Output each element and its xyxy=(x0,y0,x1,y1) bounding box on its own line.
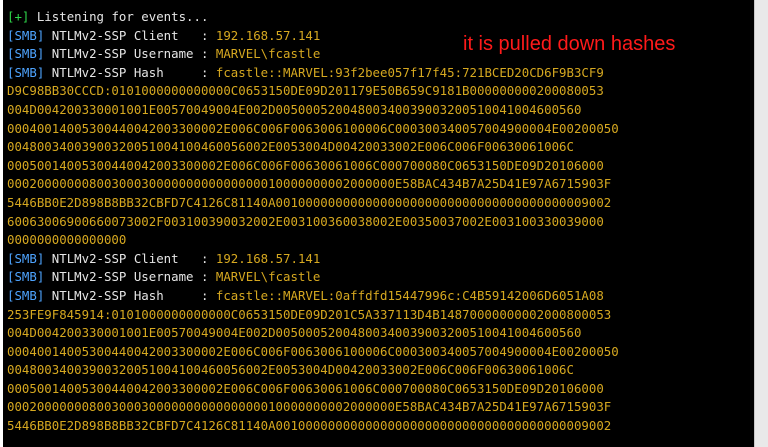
scrollbar[interactable] xyxy=(754,0,768,447)
client-line: [SMB] NTLMv2-SSP Client : 192.168.57.141 xyxy=(7,250,619,269)
hash-continuation-line: 253FE9F845914:0101000000000000C0653150DE… xyxy=(7,306,612,322)
hash-continuation-line: 0002000000080030003000000000000000010000… xyxy=(7,176,612,192)
status-text: Listening for events... xyxy=(29,9,209,24)
listening-line: [+] Listening for events... xyxy=(7,8,619,27)
hash-continuation-line: 5446BB0E2D898B8BB32CBFD7C4126C81140A0010… xyxy=(7,194,612,210)
field-value: 192.168.57.141 xyxy=(215,27,321,43)
field-label: NTLMv2-SSP Username : xyxy=(44,46,216,62)
hash-continuation-line: D9C98BB30CCCD:0101000000000000C0653150DE… xyxy=(7,83,604,99)
smb-tag: [SMB] xyxy=(7,27,45,43)
hash-line: [SMB] NTLMv2-SSP Hash : fcastle::MARVEL:… xyxy=(7,287,619,306)
hash-continuation-line: 004D004200330001001E00570049004E002D0050… xyxy=(7,101,582,117)
annotation-text: it is pulled down hashes xyxy=(463,33,676,55)
smb-tag: [SMB] xyxy=(7,269,45,285)
hash-continuation-line: 00040014005300440042003300002E006C006F00… xyxy=(7,120,619,136)
field-value: fcastle::MARVEL:0affdfd15447996c:C4B5914… xyxy=(215,287,604,303)
hash-continuation-line: 00480034003900320051004100460056002E0053… xyxy=(7,139,574,155)
status-tag: [+] xyxy=(7,9,30,24)
field-label: NTLMv2-SSP Username : xyxy=(44,269,216,285)
hash-continuation-line: 0000000000000000 xyxy=(7,232,127,248)
field-value: MARVEL\fcastle xyxy=(215,269,321,285)
hash-continuation-line: 5446BB0E2D898B8BB32CBFD7C4126C81140A0010… xyxy=(7,418,612,434)
field-label: NTLMv2-SSP Client : xyxy=(44,27,216,43)
hash-continuation-line: 00480034003900320051004100460056002E0053… xyxy=(7,362,574,378)
hash-continuation-line: 00050014005300440042003300002E006C006F00… xyxy=(7,380,604,396)
field-value: MARVEL\fcastle xyxy=(215,46,321,62)
hash-continuation-line: 0002000000080030003000000000000000010000… xyxy=(7,399,612,415)
hash-continuation-line: 004D004200330001001E00570049004E002D0050… xyxy=(7,325,582,341)
field-value: 192.168.57.141 xyxy=(215,250,321,266)
smb-tag: [SMB] xyxy=(7,64,45,80)
field-label: NTLMv2-SSP Client : xyxy=(44,250,216,266)
smb-tag: [SMB] xyxy=(7,287,45,303)
username-line: [SMB] NTLMv2-SSP Username : MARVEL\fcast… xyxy=(7,268,619,287)
hash-continuation-line: 60063006900660073002F003100390032002E003… xyxy=(7,213,604,229)
hash-line: [SMB] NTLMv2-SSP Hash : fcastle::MARVEL:… xyxy=(7,64,619,83)
smb-tag: [SMB] xyxy=(7,46,45,62)
field-value: fcastle::MARVEL:93f2bee057f17f45:721BCED… xyxy=(215,64,604,80)
hash-continuation-line: 00050014005300440042003300002E006C006F00… xyxy=(7,157,604,173)
field-label: NTLMv2-SSP Hash : xyxy=(44,64,216,80)
smb-tag: [SMB] xyxy=(7,250,45,266)
hash-continuation-line: 00040014005300440042003300002E006C006F00… xyxy=(7,343,619,359)
terminal-window[interactable]: [+] Listening for events... [SMB] NTLMv2… xyxy=(3,0,754,447)
field-label: NTLMv2-SSP Hash : xyxy=(44,287,216,303)
screenshot-window: [+] Listening for events... [SMB] NTLMv2… xyxy=(0,0,768,447)
terminal-output: [+] Listening for events... [SMB] NTLMv2… xyxy=(7,8,619,436)
